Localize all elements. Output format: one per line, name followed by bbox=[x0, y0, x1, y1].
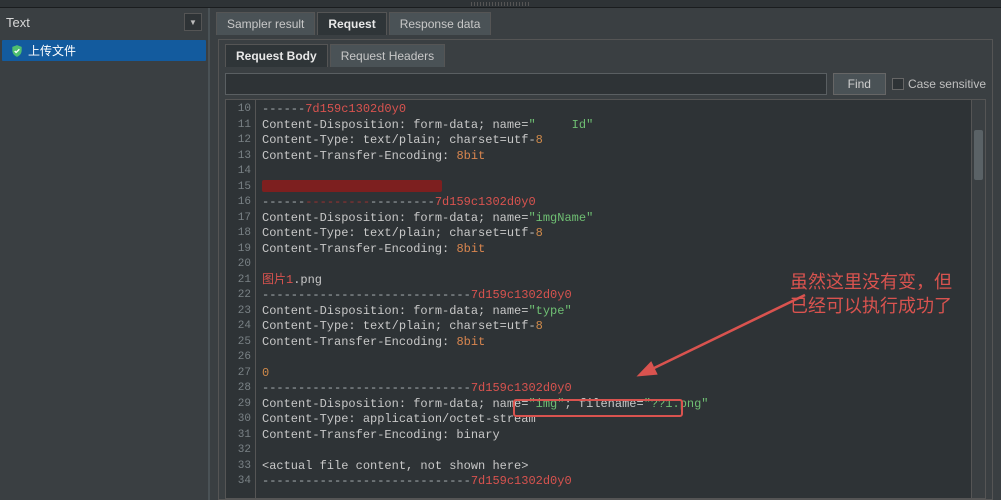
case-sensitive-checkbox[interactable]: Case sensitive bbox=[892, 77, 986, 91]
left-pane-dropdown[interactable]: ▼ bbox=[184, 13, 202, 31]
search-bar: Find Case sensitive bbox=[225, 73, 986, 95]
vertical-scrollbar[interactable] bbox=[971, 100, 985, 498]
left-pane: Text ▼ 上传文件 bbox=[0, 8, 210, 500]
tab-request[interactable]: Request bbox=[317, 12, 386, 35]
search-input[interactable] bbox=[225, 73, 827, 95]
tab-request-headers[interactable]: Request Headers bbox=[330, 44, 445, 67]
left-header: Text ▼ bbox=[0, 8, 208, 36]
annotation-arrow bbox=[640, 290, 830, 390]
tab-request-body[interactable]: Request Body bbox=[225, 44, 328, 67]
tree-item-upload-file[interactable]: 上传文件 bbox=[2, 40, 206, 61]
main-split: Text ▼ 上传文件 Sampler result Request Respo… bbox=[0, 8, 1001, 500]
checkbox-box bbox=[892, 78, 904, 90]
case-sensitive-label: Case sensitive bbox=[908, 77, 986, 91]
sub-tabs: Request Body Request Headers bbox=[219, 40, 992, 67]
main-tabs: Sampler result Request Response data bbox=[210, 8, 1001, 35]
line-gutter: 10 11 12 13 14 15 16 17 18 19 20 21 22 2… bbox=[226, 100, 256, 498]
tree: 上传文件 bbox=[0, 36, 208, 500]
window-grip bbox=[0, 0, 1001, 8]
shield-check-icon bbox=[10, 44, 24, 58]
tab-response-data[interactable]: Response data bbox=[389, 12, 492, 35]
find-button[interactable]: Find bbox=[833, 73, 886, 95]
highlight-box bbox=[513, 399, 683, 417]
left-pane-title: Text bbox=[6, 15, 184, 30]
right-pane: Sampler result Request Response data Req… bbox=[210, 8, 1001, 500]
tree-item-label: 上传文件 bbox=[28, 42, 76, 59]
tab-sampler-result[interactable]: Sampler result bbox=[216, 12, 315, 35]
scrollbar-thumb[interactable] bbox=[974, 130, 983, 180]
